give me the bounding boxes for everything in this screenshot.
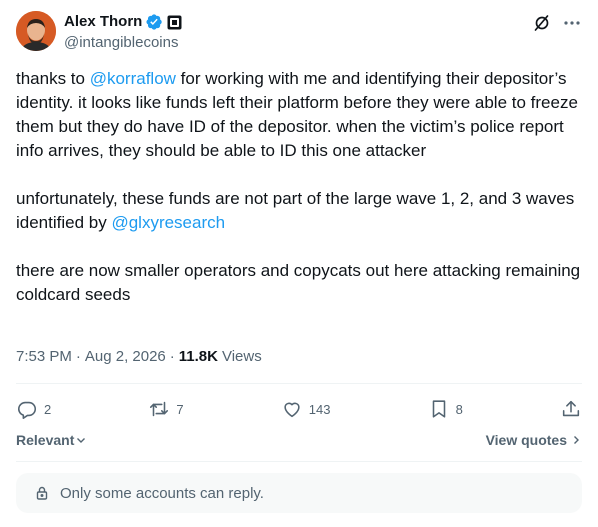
bookmark-count: 8 [455,401,463,417]
text-segment: unfortunately, these funds are not part … [16,189,575,232]
like-count: 143 [308,401,331,417]
author-info: Alex Thorn @intangiblecoins [64,12,182,53]
verified-badge-icon[interactable] [145,13,163,31]
sort-dropdown[interactable]: Relevant [16,432,87,448]
meta-separator: · [75,348,81,365]
replies-header: Relevant View quotes [16,430,582,450]
share-button[interactable] [560,398,582,420]
repost-button[interactable]: 7 [148,398,184,420]
post-paragraph: thanks to @korraflow for working with me… [16,67,582,163]
view-quotes-link[interactable]: View quotes [486,432,582,448]
repost-count: 7 [176,401,184,417]
avatar[interactable] [16,11,56,51]
action-bar: 2 7 143 8 [16,397,582,421]
reply-restriction-notice: Only some accounts can reply. [16,473,582,513]
header-actions [532,13,582,33]
more-icon[interactable] [562,13,582,33]
repost-icon [150,401,169,417]
reply-icon [18,401,37,419]
mention-link[interactable]: @glxyresearch [111,213,225,232]
reply-restriction-text: Only some accounts can reply. [60,484,264,502]
chevron-right-icon [574,436,579,444]
mention-link[interactable]: @korraflow [90,69,176,88]
meta-separator: · [169,348,175,365]
views-label: Views [221,348,262,365]
lock-icon [36,486,48,500]
divider [16,383,582,384]
post-time[interactable]: 7:53 PM [16,347,72,367]
views-count[interactable]: 11.8K [179,347,218,367]
sort-label: Relevant [16,432,75,448]
reply-count: 2 [44,401,52,417]
name-row: Alex Thorn [64,12,182,32]
avatar-image [16,11,56,51]
post-date[interactable]: Aug 2, 2026 [85,347,166,367]
share-icon [562,400,580,417]
bookmark-icon [432,400,445,418]
post-meta: 7:53 PM · Aug 2, 2026 · 11.8K Views [16,347,262,367]
post-paragraph: unfortunately, these funds are not part … [16,187,582,235]
grok-icon[interactable] [532,13,552,33]
author-handle[interactable]: @intangiblecoins [64,33,182,53]
chevron-down-icon [77,438,86,443]
post-text: thanks to @korraflow for working with me… [16,67,582,307]
affiliate-badge-icon[interactable] [167,15,182,30]
like-button[interactable]: 143 [281,398,331,420]
text-segment: thanks to [16,69,90,88]
heart-icon [284,402,300,418]
reply-button[interactable]: 2 [16,398,51,420]
view-quotes-label: View quotes [485,432,567,448]
post-header: Alex Thorn @intangiblecoins [16,9,582,55]
divider [16,461,582,462]
bookmark-button[interactable]: 8 [428,398,463,420]
post-paragraph: there are now smaller operators and copy… [16,261,581,304]
display-name[interactable]: Alex Thorn [64,12,142,32]
